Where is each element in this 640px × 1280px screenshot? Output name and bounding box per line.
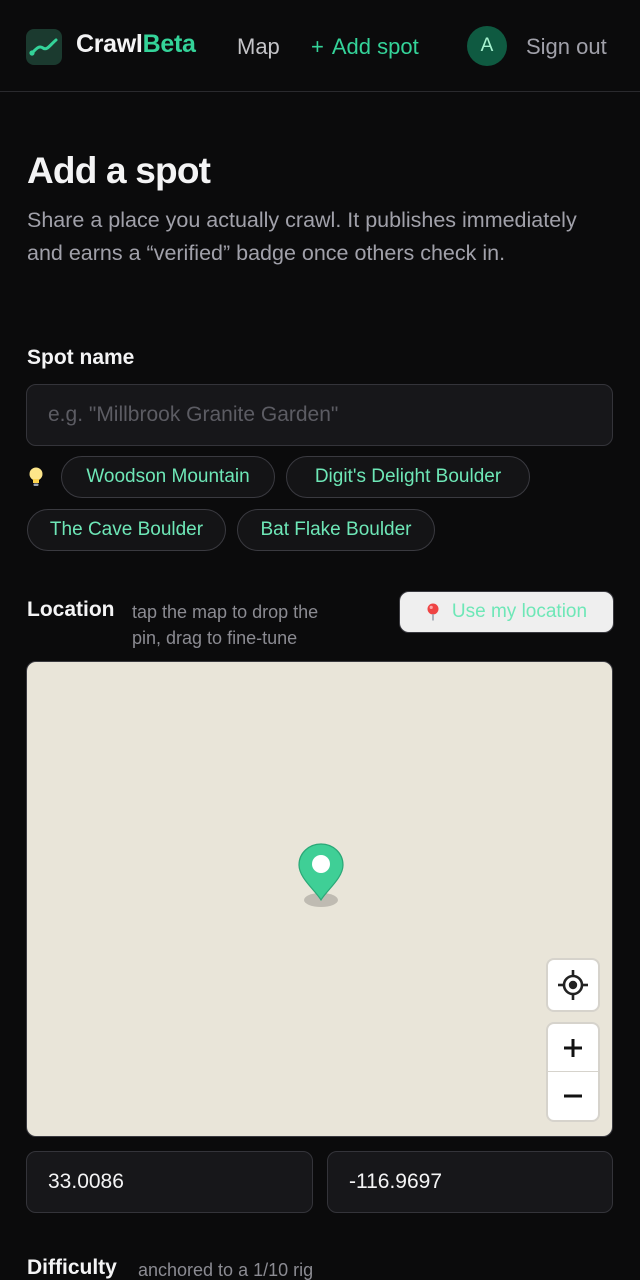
nav-add-spot-link[interactable]: + Add spot [311, 34, 419, 60]
latitude-input[interactable] [26, 1151, 313, 1213]
locate-me-button[interactable] [546, 958, 600, 1012]
nav-add-spot-label: Add spot [331, 34, 419, 59]
suggestion-chip[interactable]: Digit's Delight Boulder [286, 456, 530, 498]
suggestion-chip[interactable]: Woodson Mountain [61, 456, 275, 498]
trend-line-icon [29, 38, 58, 56]
map-pin-icon[interactable] [297, 842, 345, 910]
spot-name-label: Spot name [27, 346, 135, 369]
location-hint-line2: pin, drag to fine-tune [132, 628, 298, 648]
difficulty-label: Difficulty [27, 1256, 117, 1279]
plus-icon [564, 1038, 582, 1057]
suggestion-chip[interactable]: Bat Flake Boulder [237, 509, 435, 551]
zoom-out-button[interactable] [548, 1072, 598, 1120]
nav-map-link[interactable]: Map [237, 34, 280, 60]
logo[interactable] [26, 29, 62, 65]
page-intro: Share a place you actually crawl. It pub… [27, 208, 577, 265]
difficulty-hint: anchored to a 1/10 rig [138, 1260, 314, 1280]
spot-name-input[interactable] [26, 384, 613, 446]
location-hint-line1: tap the map to drop the [132, 602, 319, 622]
location-map[interactable] [26, 661, 613, 1137]
plus-icon: + [311, 34, 324, 59]
minus-icon [564, 1094, 582, 1098]
zoom-controls [546, 1022, 600, 1122]
sign-out-link[interactable]: Sign out [526, 34, 607, 60]
brand-main: Crawl [76, 30, 143, 58]
longitude-input[interactable] [327, 1151, 613, 1213]
brand-name[interactable]: CrawlBeta [76, 30, 196, 59]
brand-accent: Beta [142, 30, 196, 58]
use-my-location-label: Use my location [451, 601, 588, 622]
crosshair-icon [558, 970, 588, 1000]
avatar[interactable]: A [467, 26, 507, 66]
location-label: Location [27, 598, 115, 621]
lightbulb-icon [29, 467, 43, 486]
use-my-location-button[interactable]: Use my location [399, 591, 614, 633]
suggestion-chip[interactable]: The Cave Boulder [27, 509, 226, 551]
top-nav: CrawlBeta Map + Add spot A Sign out [0, 0, 640, 92]
zoom-in-button[interactable] [548, 1024, 598, 1072]
red-pin-icon [427, 603, 439, 621]
page-title: Add a spot [27, 150, 211, 191]
